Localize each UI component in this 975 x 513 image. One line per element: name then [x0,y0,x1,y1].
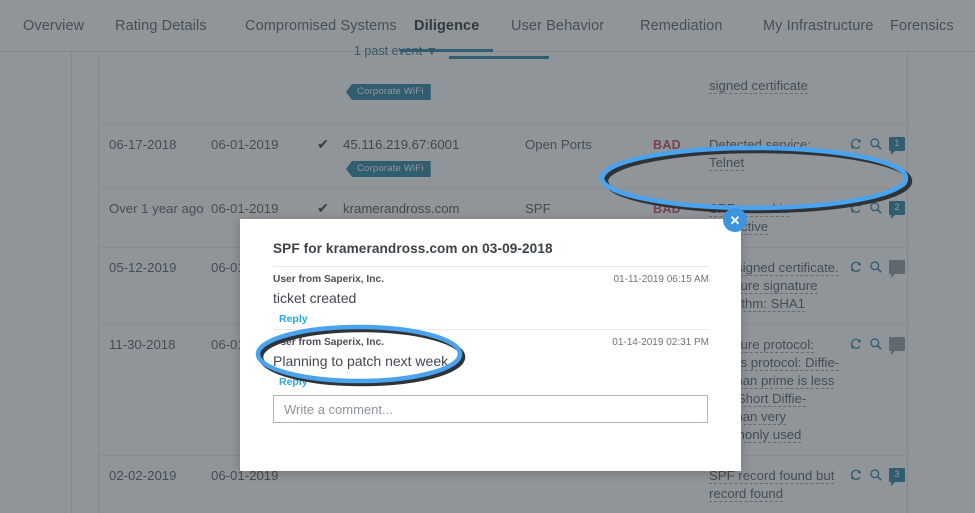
comment-body: ticket created [273,290,357,306]
comment-item: User from Saperix, Inc. 01-11-2019 06:15… [273,266,709,327]
comment-reply-link[interactable]: Reply [279,376,308,388]
comment-header: User from Saperix, Inc. 01-14-2019 02:31… [273,337,709,348]
comment-header: User from Saperix, Inc. 01-11-2019 06:15… [273,274,709,285]
comment-timestamp: 01-11-2019 06:15 AM [613,274,709,285]
comment-author: User from Saperix, Inc. [273,337,384,348]
comment-author: User from Saperix, Inc. [273,274,384,285]
comments-modal: SPF for kramerandross.com on 03-09-2018 … [240,219,741,471]
comment-body: Planning to patch next week [273,353,449,369]
comment-timestamp: 01-14-2019 02:31 PM [612,337,709,348]
app-root: OverviewRating DetailsCompromised System… [0,0,975,513]
comment-item: User from Saperix, Inc. 01-14-2019 02:31… [273,329,709,390]
close-icon[interactable]: ✕ [723,208,747,232]
comment-reply-link[interactable]: Reply [279,313,308,325]
comment-input[interactable] [273,395,708,423]
modal-title: SPF for kramerandross.com on 03-09-2018 [273,241,553,256]
